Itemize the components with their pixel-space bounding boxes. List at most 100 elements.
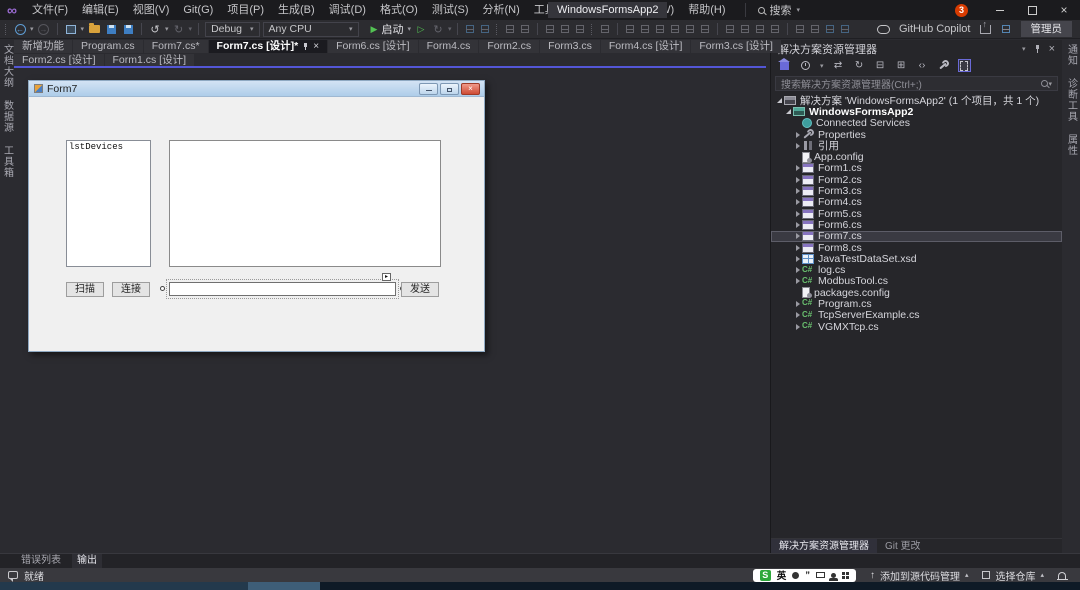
tree-row[interactable]: Form1.cs xyxy=(771,163,1062,174)
view-code-icon[interactable]: ‹› xyxy=(916,59,929,72)
menu-item[interactable]: 帮助(H) xyxy=(681,0,732,20)
expander-icon[interactable] xyxy=(793,143,802,149)
minimize-button[interactable] xyxy=(984,0,1016,20)
design-form-window[interactable]: Form7 × lstDevices 扫描 连接 ▸ 发送 xyxy=(28,80,485,352)
editor-tab[interactable]: 新增功能 × xyxy=(14,40,72,53)
editor-tab[interactable]: Form6.cs [设计] × xyxy=(328,40,418,53)
share-icon[interactable] xyxy=(980,25,991,34)
select-repository-button[interactable]: 选择仓库 ▴ xyxy=(982,568,1044,583)
tree-row[interactable]: Form2.cs xyxy=(771,174,1062,185)
sogou-logo-icon[interactable]: S xyxy=(760,570,771,581)
tree-row[interactable]: 引用 xyxy=(771,140,1062,151)
lock-controls-icon[interactable] xyxy=(839,23,851,35)
wrench-icon[interactable] xyxy=(937,59,950,72)
expander-icon[interactable] xyxy=(793,324,802,330)
tree-row[interactable]: 解决方案 'WindowsFormsApp2' (1 个项目，共 1 个) xyxy=(771,95,1062,106)
expander-icon[interactable] xyxy=(793,188,802,194)
navigate-back-caret-icon[interactable]: ▾ xyxy=(30,25,34,33)
pin-icon[interactable] xyxy=(1035,45,1040,53)
solution-search-input[interactable]: 搜索解决方案资源管理器(Ctrl+;) ▾ xyxy=(775,76,1058,91)
form-title-bar[interactable]: Form7 × xyxy=(29,81,484,97)
save-all-icon[interactable] xyxy=(121,22,135,36)
start-without-debugging-icon[interactable]: ▷ xyxy=(414,22,428,36)
tree-row[interactable]: packages.config xyxy=(771,287,1062,298)
editor-tab[interactable]: Form4.cs × xyxy=(419,40,479,53)
expander-icon[interactable] xyxy=(793,245,802,251)
connect-button[interactable]: 连接 xyxy=(112,282,150,297)
tree-row[interactable]: Form8.cs xyxy=(771,242,1062,253)
collapse-all-icon[interactable]: ⊟ xyxy=(874,59,887,72)
ime-keyboard-icon[interactable] xyxy=(816,572,825,578)
start-debugging-button[interactable]: ▶ 启动 ▾ xyxy=(371,21,411,37)
menu-item[interactable]: 项目(P) xyxy=(220,0,271,20)
editor-tab[interactable]: Form3.cs × xyxy=(540,40,600,53)
left-strip-tab[interactable]: 数据源 xyxy=(0,100,15,133)
undo-caret-icon[interactable]: ▾ xyxy=(165,25,169,33)
toolbar-grip[interactable] xyxy=(5,24,8,35)
tree-row[interactable]: App.config xyxy=(771,151,1062,162)
refresh-icon[interactable]: ↻ xyxy=(853,59,866,72)
ime-fullwidth-icon[interactable] xyxy=(792,572,799,579)
filter-caret-icon[interactable]: ▾ xyxy=(820,62,824,70)
solution-configuration-dropdown[interactable]: Debug ▾ xyxy=(205,22,259,37)
left-strip-tab[interactable]: 工具箱 xyxy=(0,145,15,178)
right-strip-tab[interactable]: 诊断工具 xyxy=(1064,78,1079,122)
tree-row[interactable]: Form7.cs xyxy=(771,231,1062,242)
notification-badge[interactable]: 3 xyxy=(955,4,968,17)
menu-item[interactable]: 生成(B) xyxy=(271,0,322,20)
tree-row[interactable]: Program.cs xyxy=(771,298,1062,309)
show-all-files-icon[interactable] xyxy=(958,59,971,72)
tree-row[interactable]: Form4.cs xyxy=(771,197,1062,208)
toolbox-window-icon[interactable] xyxy=(479,23,491,35)
menu-item[interactable]: 视图(V) xyxy=(126,0,177,20)
sync-with-active-document-icon[interactable]: ⇄ xyxy=(832,59,845,72)
navigate-back-icon[interactable]: ← xyxy=(13,22,27,36)
solution-explorer-header[interactable]: 解决方案资源管理器 ▾ × xyxy=(771,40,1062,57)
expander-icon[interactable] xyxy=(793,165,802,171)
expander-icon[interactable] xyxy=(793,267,802,273)
input-method-toolbar[interactable]: S 英 ” xyxy=(753,569,856,582)
menu-item[interactable]: Git(G) xyxy=(176,0,220,20)
right-strip-tab[interactable]: 通知 xyxy=(1064,44,1079,66)
window-position-icon[interactable]: ▾ xyxy=(1022,45,1026,53)
pending-changes-filter-icon[interactable] xyxy=(799,59,812,72)
editor-tab[interactable]: Form7.cs [设计]* × xyxy=(209,40,328,53)
tree-row[interactable]: TcpServerExample.cs xyxy=(771,310,1062,321)
navigate-forward-icon[interactable]: → xyxy=(37,22,51,36)
new-project-icon[interactable] xyxy=(64,22,78,36)
menu-item[interactable]: 分析(N) xyxy=(476,0,527,20)
expander-icon[interactable] xyxy=(793,301,802,307)
bottom-panel-tab[interactable]: 输出 xyxy=(72,554,102,568)
form-minimize-button[interactable] xyxy=(419,83,438,95)
close-tab-icon[interactable]: × xyxy=(313,40,319,53)
ime-profile-icon[interactable] xyxy=(831,573,836,578)
panel-tab[interactable]: Git 更改 xyxy=(877,539,929,554)
taskbar-active-segment[interactable] xyxy=(248,582,320,590)
left-strip-tab[interactable]: 文档大纲 xyxy=(0,44,15,88)
undo-icon[interactable]: ↺ xyxy=(148,22,162,36)
save-icon[interactable] xyxy=(104,22,118,36)
tree-row[interactable]: log.cs xyxy=(771,264,1062,275)
ime-toolbox-icon[interactable] xyxy=(842,572,849,579)
menu-item[interactable]: 调试(D) xyxy=(322,0,373,20)
redo-icon[interactable]: ↻ xyxy=(172,22,186,36)
close-button[interactable]: × xyxy=(1048,0,1080,20)
notifications-bell-icon[interactable] xyxy=(1058,572,1066,579)
expander-icon[interactable] xyxy=(793,278,802,284)
ime-punctuation-icon[interactable]: ” xyxy=(805,570,810,581)
menu-item[interactable]: 格式(O) xyxy=(373,0,425,20)
switch-views-icon[interactable] xyxy=(778,59,791,72)
tree-row[interactable]: Form5.cs xyxy=(771,208,1062,219)
scan-button[interactable]: 扫描 xyxy=(66,282,104,297)
forms-designer-surface[interactable]: Form7 × lstDevices 扫描 连接 ▸ 发送 xyxy=(14,68,768,553)
expander-icon[interactable] xyxy=(793,211,802,217)
editor-tab[interactable]: Form4.cs [设计] × xyxy=(601,40,691,53)
menu-item[interactable]: 测试(S) xyxy=(425,0,476,20)
size-to-grid-icon[interactable] xyxy=(824,23,836,35)
devices-listbox[interactable]: lstDevices xyxy=(66,140,151,267)
expander-icon[interactable] xyxy=(784,109,793,114)
output-panel[interactable] xyxy=(169,140,441,267)
maximize-button[interactable] xyxy=(1016,0,1048,20)
close-panel-icon[interactable]: × xyxy=(1049,43,1055,55)
panel-tab[interactable]: 解决方案资源管理器 xyxy=(771,539,877,554)
